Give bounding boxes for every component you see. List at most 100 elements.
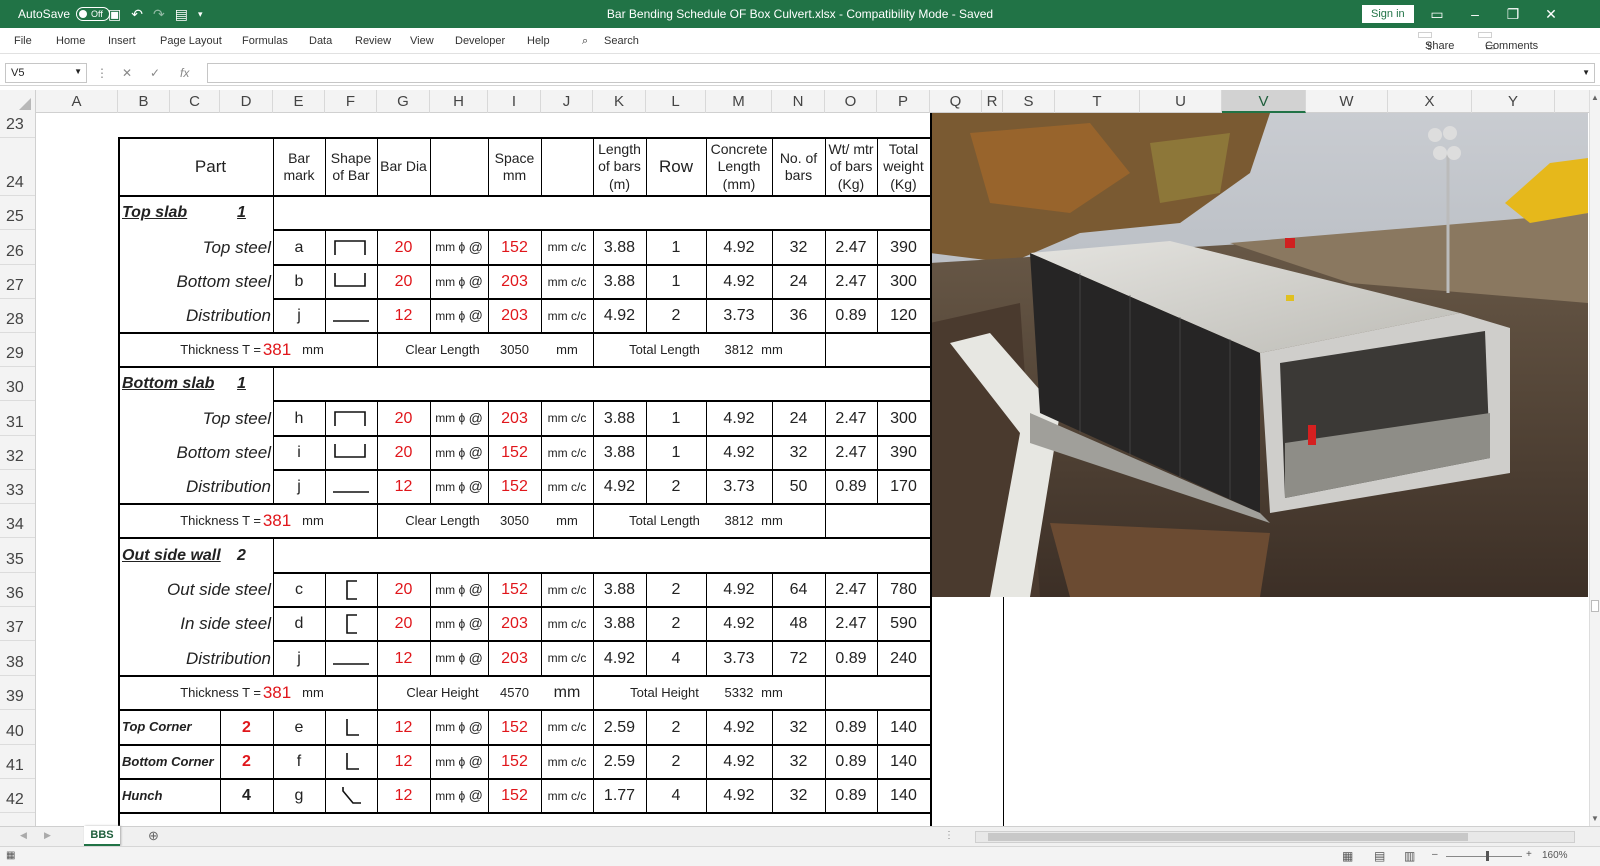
page-layout-view-icon[interactable]: ▤ — [1374, 849, 1385, 863]
bar-dia-cell[interactable]: 12 — [377, 779, 430, 813]
row-header-27[interactable]: 27 — [0, 265, 35, 299]
corner-count[interactable]: 2 — [220, 745, 273, 779]
unit-cc-cell[interactable]: mm c/c — [541, 710, 593, 745]
ribbon-display-icon[interactable]: ▭ — [1418, 6, 1456, 23]
total-weight-cell[interactable]: 120 — [877, 299, 930, 333]
no-of-bars-cell[interactable]: 32 — [772, 436, 825, 470]
steel-label[interactable]: Distribution — [118, 299, 273, 333]
total-weight-cell[interactable]: 300 — [877, 401, 930, 436]
header-row[interactable]: Row — [646, 138, 706, 196]
row-count-cell[interactable]: 1 — [646, 265, 706, 299]
row-header-40[interactable]: 40 — [0, 710, 35, 745]
row-header-28[interactable]: 28 — [0, 299, 35, 333]
concrete-length-cell[interactable]: 4.92 — [706, 436, 772, 470]
row-header-26[interactable]: 26 — [0, 230, 35, 265]
spacing-cell[interactable]: 152 — [488, 710, 541, 745]
column-header-y[interactable]: Y — [1472, 90, 1555, 113]
row-count-cell[interactable]: 1 — [646, 230, 706, 265]
weight-per-mtr-cell[interactable]: 0.89 — [825, 299, 877, 333]
bar-mark-cell[interactable]: j — [273, 299, 325, 333]
row-header-30[interactable]: 30 — [0, 367, 35, 401]
row-count-cell[interactable]: 4 — [646, 641, 706, 676]
unit-cell[interactable]: mm ϕ @ — [430, 779, 488, 813]
concrete-length-cell[interactable]: 4.92 — [706, 573, 772, 607]
row-header-37[interactable]: 37 — [0, 607, 35, 641]
column-header-n[interactable]: N — [772, 90, 825, 113]
unit-cc-cell[interactable]: mm c/c — [541, 641, 593, 676]
no-of-bars-cell[interactable]: 32 — [772, 745, 825, 779]
unit-cc-cell[interactable]: mm c/c — [541, 470, 593, 504]
close-icon[interactable]: ✕ — [1532, 6, 1570, 23]
row-count-cell[interactable]: 2 — [646, 299, 706, 333]
row-count-cell[interactable]: 2 — [646, 710, 706, 745]
no-of-bars-cell[interactable]: 36 — [772, 299, 825, 333]
row-header-23[interactable]: 23 — [0, 113, 35, 138]
header-shape[interactable]: Shape of Bar — [325, 138, 377, 196]
column-header-a[interactable]: A — [36, 90, 118, 113]
tab-file[interactable]: File — [14, 35, 32, 47]
scroll-up-icon[interactable]: ▲ — [1591, 93, 1599, 102]
clear-value[interactable]: 4570 — [488, 676, 541, 710]
corner-label[interactable]: Bottom Corner — [118, 745, 220, 779]
scroll-thumb[interactable] — [1591, 600, 1599, 612]
bar-mark-cell[interactable]: b — [273, 265, 325, 299]
zoom-slider[interactable] — [1446, 856, 1522, 857]
total-weight-cell[interactable]: 240 — [877, 641, 930, 676]
bar-dia-cell[interactable]: 20 — [377, 607, 430, 641]
select-all-button[interactable] — [0, 90, 36, 113]
spacing-cell[interactable]: 203 — [488, 401, 541, 436]
row-header-25[interactable]: 25 — [0, 196, 35, 230]
clear-unit[interactable]: mm — [541, 676, 593, 710]
bar-dia-cell[interactable]: 12 — [377, 710, 430, 745]
total-weight-cell[interactable]: 170 — [877, 470, 930, 504]
total-weight-cell[interactable]: 780 — [877, 573, 930, 607]
bar-dia-cell[interactable]: 12 — [377, 299, 430, 333]
bar-mark-cell[interactable]: f — [273, 745, 325, 779]
thickness-value[interactable]: 381 — [261, 504, 293, 538]
concrete-length-cell[interactable]: 4.92 — [706, 779, 772, 813]
header-bar-mark[interactable]: Bar mark — [273, 138, 325, 196]
row-count-cell[interactable]: 2 — [646, 573, 706, 607]
row-header-29[interactable]: 29 — [0, 333, 35, 367]
column-header-q[interactable]: Q — [930, 90, 982, 113]
concrete-length-cell[interactable]: 3.73 — [706, 470, 772, 504]
thickness-unit[interactable]: mm — [293, 676, 333, 710]
horizontal-scrollbar[interactable] — [975, 831, 1575, 843]
weight-per-mtr-cell[interactable]: 0.89 — [825, 710, 877, 745]
unit-cell[interactable]: mm ϕ @ — [430, 607, 488, 641]
row-header-34[interactable]: 34 — [0, 504, 35, 538]
undo-icon[interactable]: ↶ — [131, 6, 143, 23]
no-of-bars-cell[interactable]: 32 — [772, 230, 825, 265]
no-of-bars-cell[interactable]: 32 — [772, 710, 825, 745]
concrete-length-cell[interactable]: 4.92 — [706, 230, 772, 265]
bar-dia-cell[interactable]: 12 — [377, 641, 430, 676]
row-count-cell[interactable]: 2 — [646, 607, 706, 641]
length-cell[interactable]: 3.88 — [593, 573, 646, 607]
column-header-u[interactable]: U — [1140, 90, 1222, 113]
zoom-out-icon[interactable]: – — [1432, 849, 1438, 860]
header-length[interactable]: Length of bars (m) — [593, 138, 646, 196]
bar-mark-cell[interactable]: g — [273, 779, 325, 813]
header-part[interactable]: Part — [118, 138, 273, 196]
spacing-cell[interactable]: 152 — [488, 745, 541, 779]
comments-button[interactable]: ▭ Comments — [1478, 32, 1538, 53]
spacing-cell[interactable]: 203 — [488, 641, 541, 676]
redo-icon[interactable]: ↷ — [153, 6, 165, 23]
sign-in-button[interactable]: Sign in — [1362, 5, 1414, 23]
corner-label[interactable]: Hunch — [118, 779, 220, 813]
header-concrete-length[interactable]: Concrete Length (mm) — [706, 138, 772, 196]
unit-cc-cell[interactable]: mm c/c — [541, 745, 593, 779]
corner-count[interactable]: 2 — [220, 710, 273, 745]
concrete-length-cell[interactable]: 3.73 — [706, 299, 772, 333]
bar-mark-cell[interactable]: c — [273, 573, 325, 607]
total-weight-cell[interactable]: 140 — [877, 710, 930, 745]
length-cell[interactable]: 3.88 — [593, 265, 646, 299]
weight-per-mtr-cell[interactable]: 2.47 — [825, 265, 877, 299]
row-count-cell[interactable]: 2 — [646, 745, 706, 779]
header-bar-dia[interactable]: Bar Dia — [377, 138, 430, 196]
no-of-bars-cell[interactable]: 64 — [772, 573, 825, 607]
bar-dia-cell[interactable]: 20 — [377, 573, 430, 607]
thickness-label[interactable]: Thickness T = — [118, 504, 261, 538]
vertical-scrollbar[interactable]: ▲ ▼ — [1589, 90, 1600, 826]
tab-review[interactable]: Review — [355, 35, 391, 47]
